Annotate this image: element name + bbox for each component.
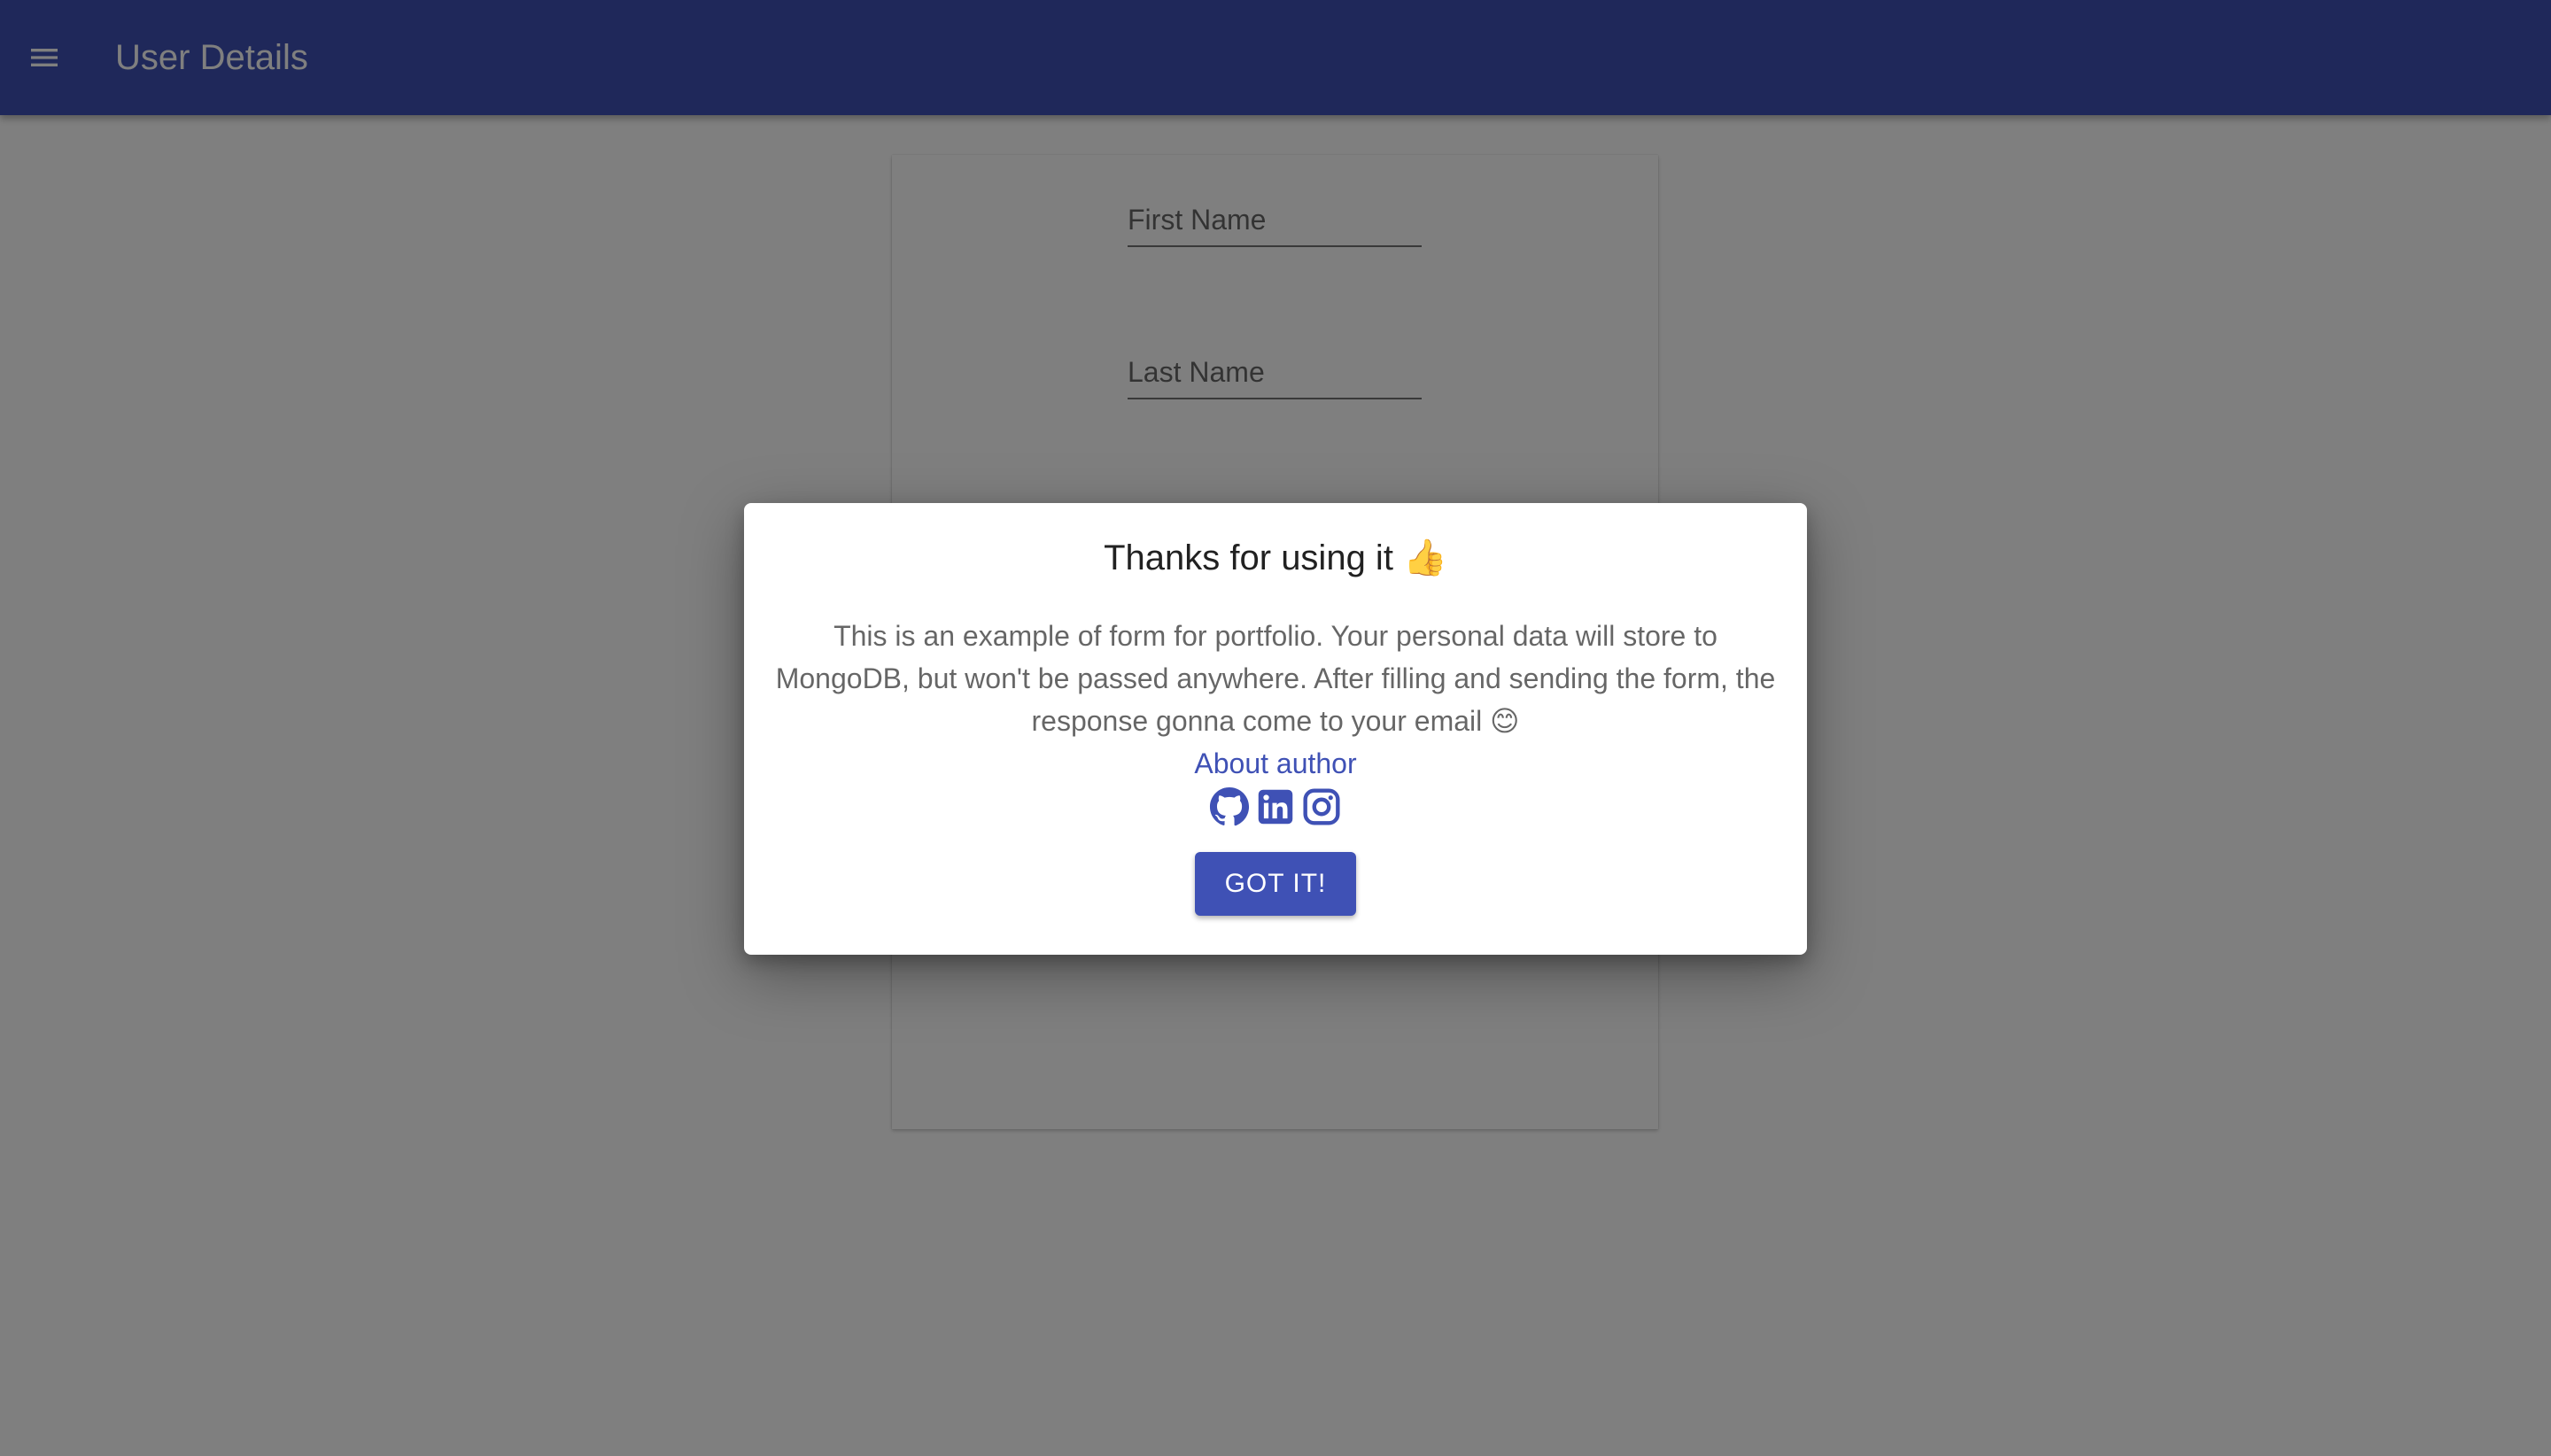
instagram-link[interactable] (1301, 786, 1342, 827)
page: User Details First Name Last Name Thanks… (0, 0, 2551, 1456)
smile-emoji: 😊 (1490, 705, 1520, 737)
dialog-title-text: Thanks for using it (1104, 538, 1393, 577)
got-it-button[interactable]: GOT IT! (1194, 852, 1357, 916)
github-icon (1209, 786, 1250, 826)
social-links (744, 786, 1807, 827)
github-link[interactable] (1209, 786, 1250, 827)
about-author-link[interactable]: About author (1194, 742, 1356, 785)
instagram-icon (1303, 788, 1340, 825)
dialog-body: This is an example of form for portfolio… (775, 615, 1776, 785)
thumbs-up-emoji: 👍 (1403, 538, 1447, 577)
dialog-body-text: This is an example of form for portfolio… (775, 620, 1776, 737)
dialog-title: Thanks for using it 👍 (744, 537, 1807, 579)
linkedin-icon (1258, 789, 1293, 825)
thanks-dialog: Thanks for using it 👍 This is an example… (744, 503, 1807, 955)
linkedin-link[interactable] (1255, 786, 1296, 827)
